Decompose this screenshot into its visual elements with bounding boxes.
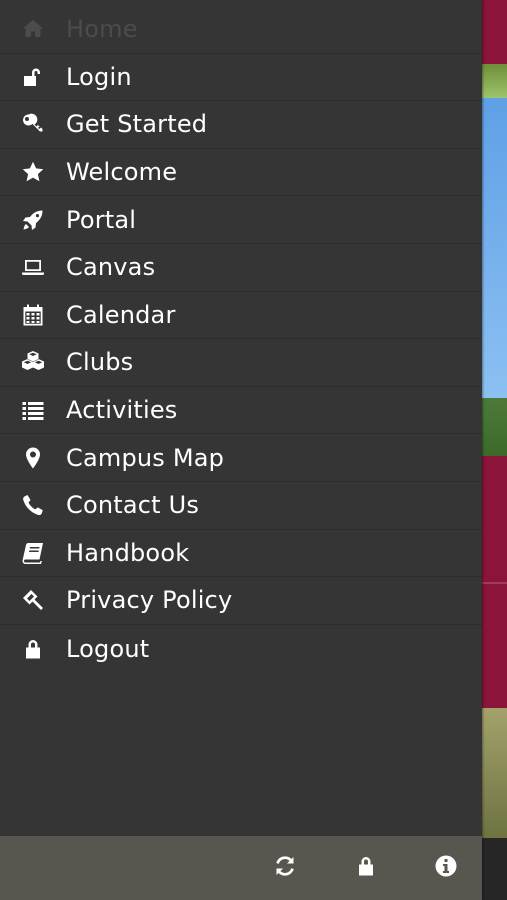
lock-button[interactable] (346, 848, 386, 888)
refresh-button[interactable] (265, 848, 305, 888)
menu-item-login[interactable]: Login (0, 54, 482, 102)
background-header-strip (482, 0, 507, 64)
background-footer (482, 838, 507, 900)
menu-item-label: Get Started (66, 110, 208, 139)
lock-icon (16, 636, 50, 662)
calendar-icon (16, 302, 50, 328)
menu-item-canvas[interactable]: Canvas (0, 244, 482, 292)
menu-item-logout[interactable]: Logout (0, 625, 482, 673)
info-icon (434, 854, 458, 882)
menu-item-contact-us[interactable]: Contact Us (0, 482, 482, 530)
info-button[interactable] (426, 848, 466, 888)
menu-item-calendar[interactable]: Calendar (0, 292, 482, 340)
menu-item-welcome[interactable]: Welcome (0, 149, 482, 197)
book-icon (16, 540, 50, 566)
menu-item-clubs[interactable]: Clubs (0, 339, 482, 387)
menu-item-get-started[interactable]: Get Started (0, 101, 482, 149)
navigation-drawer: Home Login Get Started Welcome Portal Ca… (0, 0, 482, 900)
menu-item-privacy-policy[interactable]: Privacy Policy (0, 577, 482, 625)
menu-item-activities[interactable]: Activities (0, 387, 482, 435)
unlock-icon (16, 64, 50, 90)
menu-item-home[interactable]: Home (0, 6, 482, 54)
drawer-toolbar (0, 836, 482, 900)
background-photo-sky (482, 98, 507, 398)
menu-item-label: Login (66, 62, 132, 91)
refresh-icon (273, 854, 297, 882)
menu-item-label: Handbook (66, 538, 190, 567)
menu-item-campus-map[interactable]: Campus Map (0, 434, 482, 482)
phone-icon (16, 492, 50, 518)
map-marker-icon (16, 445, 50, 471)
menu-item-label: Canvas (66, 253, 156, 282)
rocket-icon (16, 207, 50, 233)
background-photo-trees (482, 398, 507, 456)
background-panel-divider (482, 582, 507, 584)
menu-item-label: Home (66, 15, 138, 44)
menu-item-label: Campus Map (66, 443, 225, 472)
menu-item-label: Clubs (66, 348, 134, 377)
menu-item-label: Calendar (66, 300, 176, 329)
home-icon (16, 16, 50, 42)
lock-icon (354, 854, 378, 882)
gavel-icon (16, 587, 50, 613)
star-icon (16, 159, 50, 185)
menu-item-portal[interactable]: Portal (0, 196, 482, 244)
menu-item-label: Activities (66, 396, 178, 425)
list-icon (16, 397, 50, 423)
drawer-menu: Home Login Get Started Welcome Portal Ca… (0, 6, 482, 672)
menu-item-label: Welcome (66, 158, 178, 187)
menu-item-label: Contact Us (66, 491, 200, 520)
laptop-icon (16, 254, 50, 280)
menu-item-label: Logout (66, 634, 150, 663)
cubes-icon (16, 349, 50, 375)
menu-item-handbook[interactable]: Handbook (0, 530, 482, 578)
menu-item-label: Privacy Policy (66, 586, 233, 615)
key-icon (16, 111, 50, 137)
background-app-edge (482, 0, 507, 900)
menu-item-label: Portal (66, 205, 137, 234)
background-photo-grass (482, 708, 507, 838)
background-photo-foliage (482, 64, 507, 98)
